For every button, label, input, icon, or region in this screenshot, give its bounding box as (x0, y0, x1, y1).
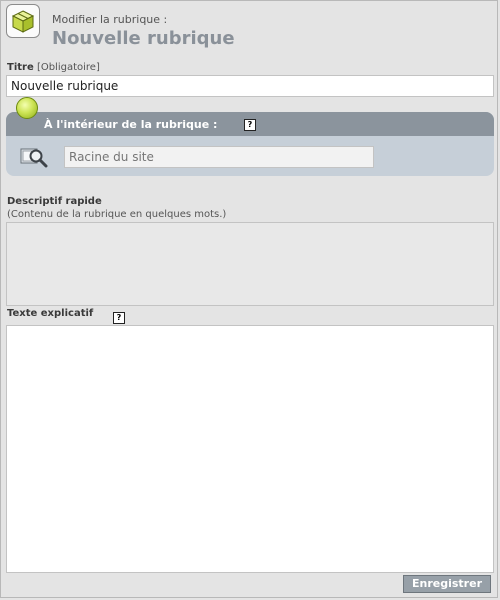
page-subtitle: Modifier la rubrique : (52, 13, 168, 26)
parent-section-title: À l'intérieur de la rubrique : (44, 118, 218, 131)
texte-label-row: Texte explicatif (7, 308, 93, 319)
help-icon[interactable]: ? (244, 119, 256, 131)
titre-label: Titre (7, 62, 34, 73)
titre-input[interactable] (6, 75, 494, 97)
save-button[interactable]: Enregistrer (403, 575, 491, 593)
page-title: Nouvelle rubrique (52, 28, 235, 49)
magnifier-icon[interactable] (20, 146, 48, 168)
titre-required-hint: [Obligatoire] (36, 62, 100, 73)
descriptif-textarea[interactable] (6, 222, 494, 306)
help-icon[interactable]: ? (113, 312, 125, 324)
descriptif-label-row: Descriptif rapide (7, 196, 102, 207)
section-orb-icon (16, 97, 38, 119)
parent-section-input[interactable] (64, 146, 374, 168)
parent-section-panel: À l'intérieur de la rubrique : ? (6, 112, 494, 176)
texte-label: Texte explicatif (7, 308, 94, 319)
descriptif-label: Descriptif rapide (7, 196, 102, 207)
titre-label-row: Titre [Obligatoire] (7, 62, 100, 73)
texte-textarea[interactable] (6, 325, 494, 573)
descriptif-hint: (Contenu de la rubrique en quelques mots… (7, 209, 227, 220)
box-icon (6, 4, 40, 38)
